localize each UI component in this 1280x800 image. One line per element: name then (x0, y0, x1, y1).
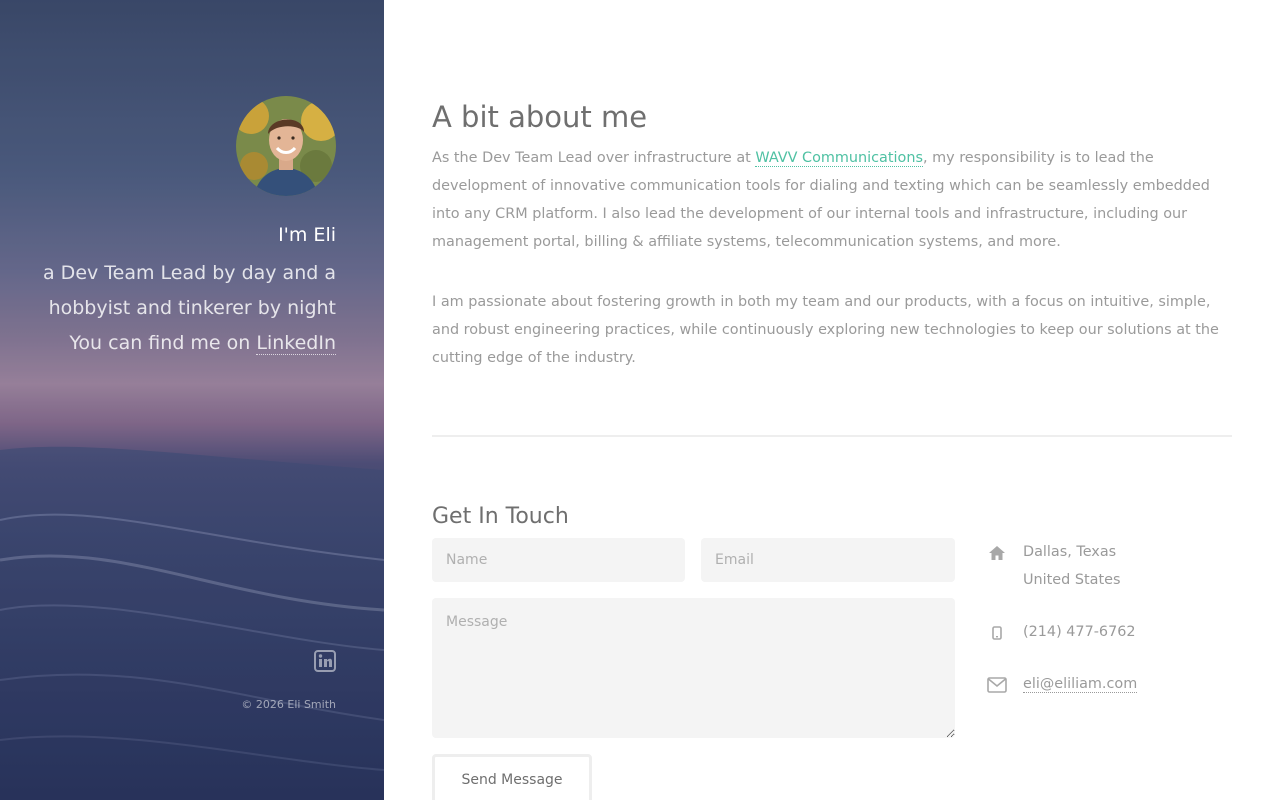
avatar (236, 96, 336, 196)
find-prefix: You can find me on (69, 332, 257, 354)
contact-title: Get In Touch (432, 504, 569, 529)
address-line-1: Dallas, Texas (1023, 544, 1117, 560)
about-p1-before: As the Dev Team Lead over infrastructure… (432, 150, 756, 166)
about-paragraph-2: I am passionate about fostering growth i… (432, 294, 1219, 366)
home-icon (986, 542, 1008, 564)
section-divider (432, 435, 1232, 437)
address-line-2: United States (1023, 572, 1121, 588)
avatar-photo (236, 96, 336, 196)
sidebar-find-me: You can find me on LinkedIn (69, 326, 336, 361)
about-title: A bit about me (432, 100, 648, 134)
linkedin-link[interactable]: LinkedIn (256, 332, 336, 355)
mobile-icon (986, 622, 1008, 644)
email-input[interactable] (701, 538, 955, 582)
email-address: eli@eliliam.com (1023, 670, 1138, 698)
email-link[interactable]: eli@eliliam.com (1023, 676, 1138, 693)
linkedin-icon[interactable] (314, 650, 336, 672)
name-input[interactable] (432, 538, 685, 582)
sidebar: I'm Eli a Dev Team Lead by day and a hob… (0, 0, 384, 800)
message-input[interactable] (432, 598, 955, 738)
phone-number: (214) 477-6762 (1023, 624, 1136, 640)
envelope-icon (986, 674, 1008, 696)
send-message-button[interactable]: Send Message (432, 754, 592, 800)
about-paragraph-1: As the Dev Team Lead over infrastructure… (432, 144, 1232, 256)
company-link[interactable]: WAVV Communications (755, 150, 923, 167)
copyright: © 2026 Eli Smith (241, 698, 336, 711)
sidebar-tagline: a Dev Team Lead by day and a hobbyist an… (43, 262, 336, 319)
sidebar-name: I'm Eli (278, 224, 336, 246)
